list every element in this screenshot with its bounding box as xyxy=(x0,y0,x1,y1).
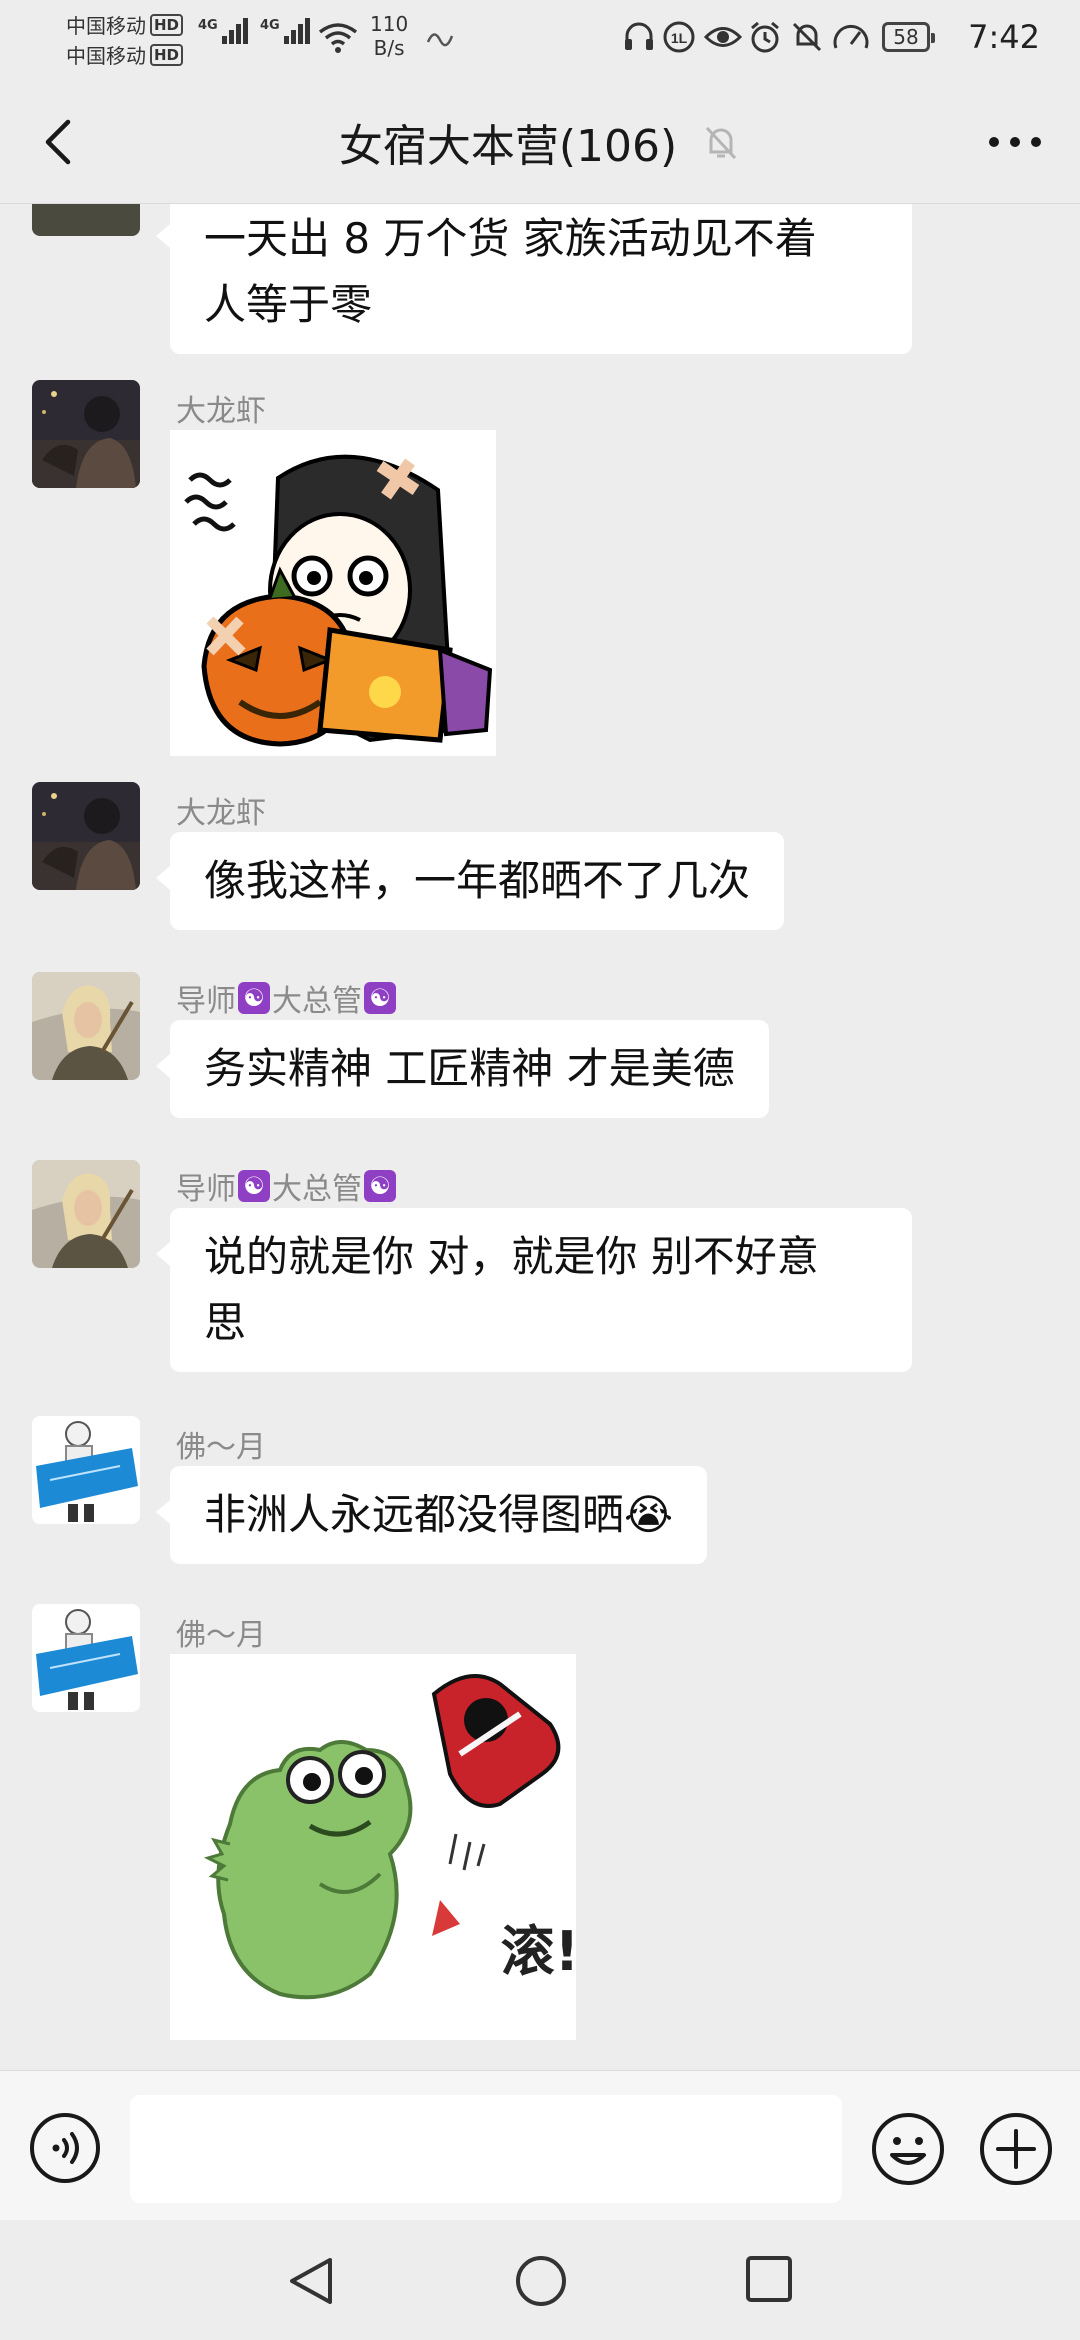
avatar[interactable] xyxy=(32,1604,140,1712)
yin-yang-icon: ☯ xyxy=(238,1170,270,1202)
avatar[interactable] xyxy=(32,972,140,1080)
message-input[interactable] xyxy=(130,2095,842,2203)
message-text-line: 一天出 8 万个货 家族活动见不着 xyxy=(204,214,817,263)
eye-icon xyxy=(704,27,742,47)
pumpkin-girl-sticker[interactable] xyxy=(170,430,496,756)
signal-icon: 4G xyxy=(198,18,248,44)
avatar[interactable] xyxy=(32,782,140,890)
alarm-icon xyxy=(751,21,779,53)
sender-name-part: 大总管 xyxy=(272,984,362,1019)
message-text: 非洲人永远都没得图晒 xyxy=(204,1490,625,1539)
net-speed-unit: B/s xyxy=(373,36,405,60)
sender-name-part: 大总管 xyxy=(272,1172,362,1207)
message-text-line: 人等于零 xyxy=(204,280,373,329)
net-tag: 4G xyxy=(198,18,218,33)
more-options-button[interactable] xyxy=(980,120,1050,164)
bell-off-icon xyxy=(706,126,737,160)
sender-name: 导师 ☯ 大总管 ☯ xyxy=(176,1164,396,1208)
carrier-1: 中国移动 HD xyxy=(66,10,184,39)
crying-emoji-icon: 😭 xyxy=(624,1490,674,1539)
input-bar xyxy=(0,2070,1080,2220)
carrier-2: 中国移动 HD xyxy=(66,40,184,69)
voice-button[interactable] xyxy=(28,2111,102,2185)
chat-title: 女宿大本营(106) xyxy=(338,121,678,172)
emoji-button[interactable] xyxy=(870,2111,946,2187)
nav-home-button[interactable] xyxy=(514,2254,568,2308)
sender-name: 大龙虾 xyxy=(176,796,266,831)
net-speed: 110 B/s xyxy=(370,12,408,60)
carrier-1-label: 中国移动 xyxy=(66,14,146,38)
svg-text:1L: 1L xyxy=(671,30,688,46)
avatar[interactable] xyxy=(32,1416,140,1524)
yin-yang-icon: ☯ xyxy=(364,982,396,1014)
chat-title-area: 女宿大本营(106) xyxy=(0,110,1080,174)
message-bubble[interactable]: 一天出 8 万个货 家族活动见不着 人等于零 xyxy=(156,204,912,354)
sender-name-part: 导师 xyxy=(176,1172,236,1207)
net-tag-2: 4G xyxy=(260,18,280,33)
hd-badge: HD xyxy=(150,13,184,36)
sticker-caption: 滚! xyxy=(501,1920,576,1983)
carrier-2-label: 中国移动 xyxy=(66,44,146,68)
signal-icon-2: 4G xyxy=(260,18,310,44)
message-bubble[interactable]: 说的就是你 对，就是你 别不好意 思 xyxy=(156,1208,912,1372)
avatar[interactable] xyxy=(32,380,140,488)
status-bar: 中国移动 HD 中国移动 HD 4G 4G 110 B/s 1L 58 7:42 xyxy=(0,0,1080,76)
sender-name: 佛～月 xyxy=(176,1430,266,1465)
speed-icon xyxy=(833,25,869,49)
sender-name: 大龙虾 xyxy=(176,394,266,429)
battery-indicator: 58 xyxy=(882,22,935,52)
sender-name: 佛～月 xyxy=(176,1618,266,1653)
more-functions-button[interactable] xyxy=(978,2111,1054,2187)
nav-back-button[interactable] xyxy=(286,2254,336,2308)
hd-badge-2: HD xyxy=(150,43,184,66)
headset-icon xyxy=(625,22,653,50)
net-speed-value: 110 xyxy=(370,12,409,36)
message-text-line: 思 xyxy=(204,1298,247,1347)
sender-name-part: 导师 xyxy=(176,984,236,1019)
message-bubble[interactable]: 像我这样，一年都晒不了几次 xyxy=(155,832,785,930)
message-text-line: 说的就是你 对，就是你 别不好意 xyxy=(204,1232,819,1281)
wifi-icon xyxy=(318,23,358,53)
nav-recent-button[interactable] xyxy=(744,2254,794,2304)
chat-message-list[interactable]: 一天出 8 万个货 家族活动见不着 人等于零 大龙虾 大龙虾 像我这样，一年都晒… xyxy=(0,204,1080,2070)
avatar[interactable] xyxy=(32,1160,140,1268)
clock: 7:42 xyxy=(968,18,1040,56)
title-bar: 女宿大本营(106) xyxy=(0,76,1080,204)
volte-icon: 1L xyxy=(663,21,695,53)
message-bubble[interactable]: 非洲人永远都没得图晒😭 xyxy=(155,1466,708,1564)
yin-yang-icon: ☯ xyxy=(238,982,270,1014)
mute-bell-icon xyxy=(792,22,822,52)
handwriting-icon xyxy=(426,33,454,47)
system-nav-bar xyxy=(0,2220,1080,2340)
avatar[interactable] xyxy=(32,204,140,236)
yin-yang-icon: ☯ xyxy=(364,1170,396,1202)
sender-name: 导师 ☯ 大总管 ☯ xyxy=(176,976,396,1020)
frog-sticker[interactable]: 滚! xyxy=(170,1654,576,2040)
message-bubble[interactable]: 务实精神 工匠精神 才是美德 xyxy=(156,1020,769,1118)
